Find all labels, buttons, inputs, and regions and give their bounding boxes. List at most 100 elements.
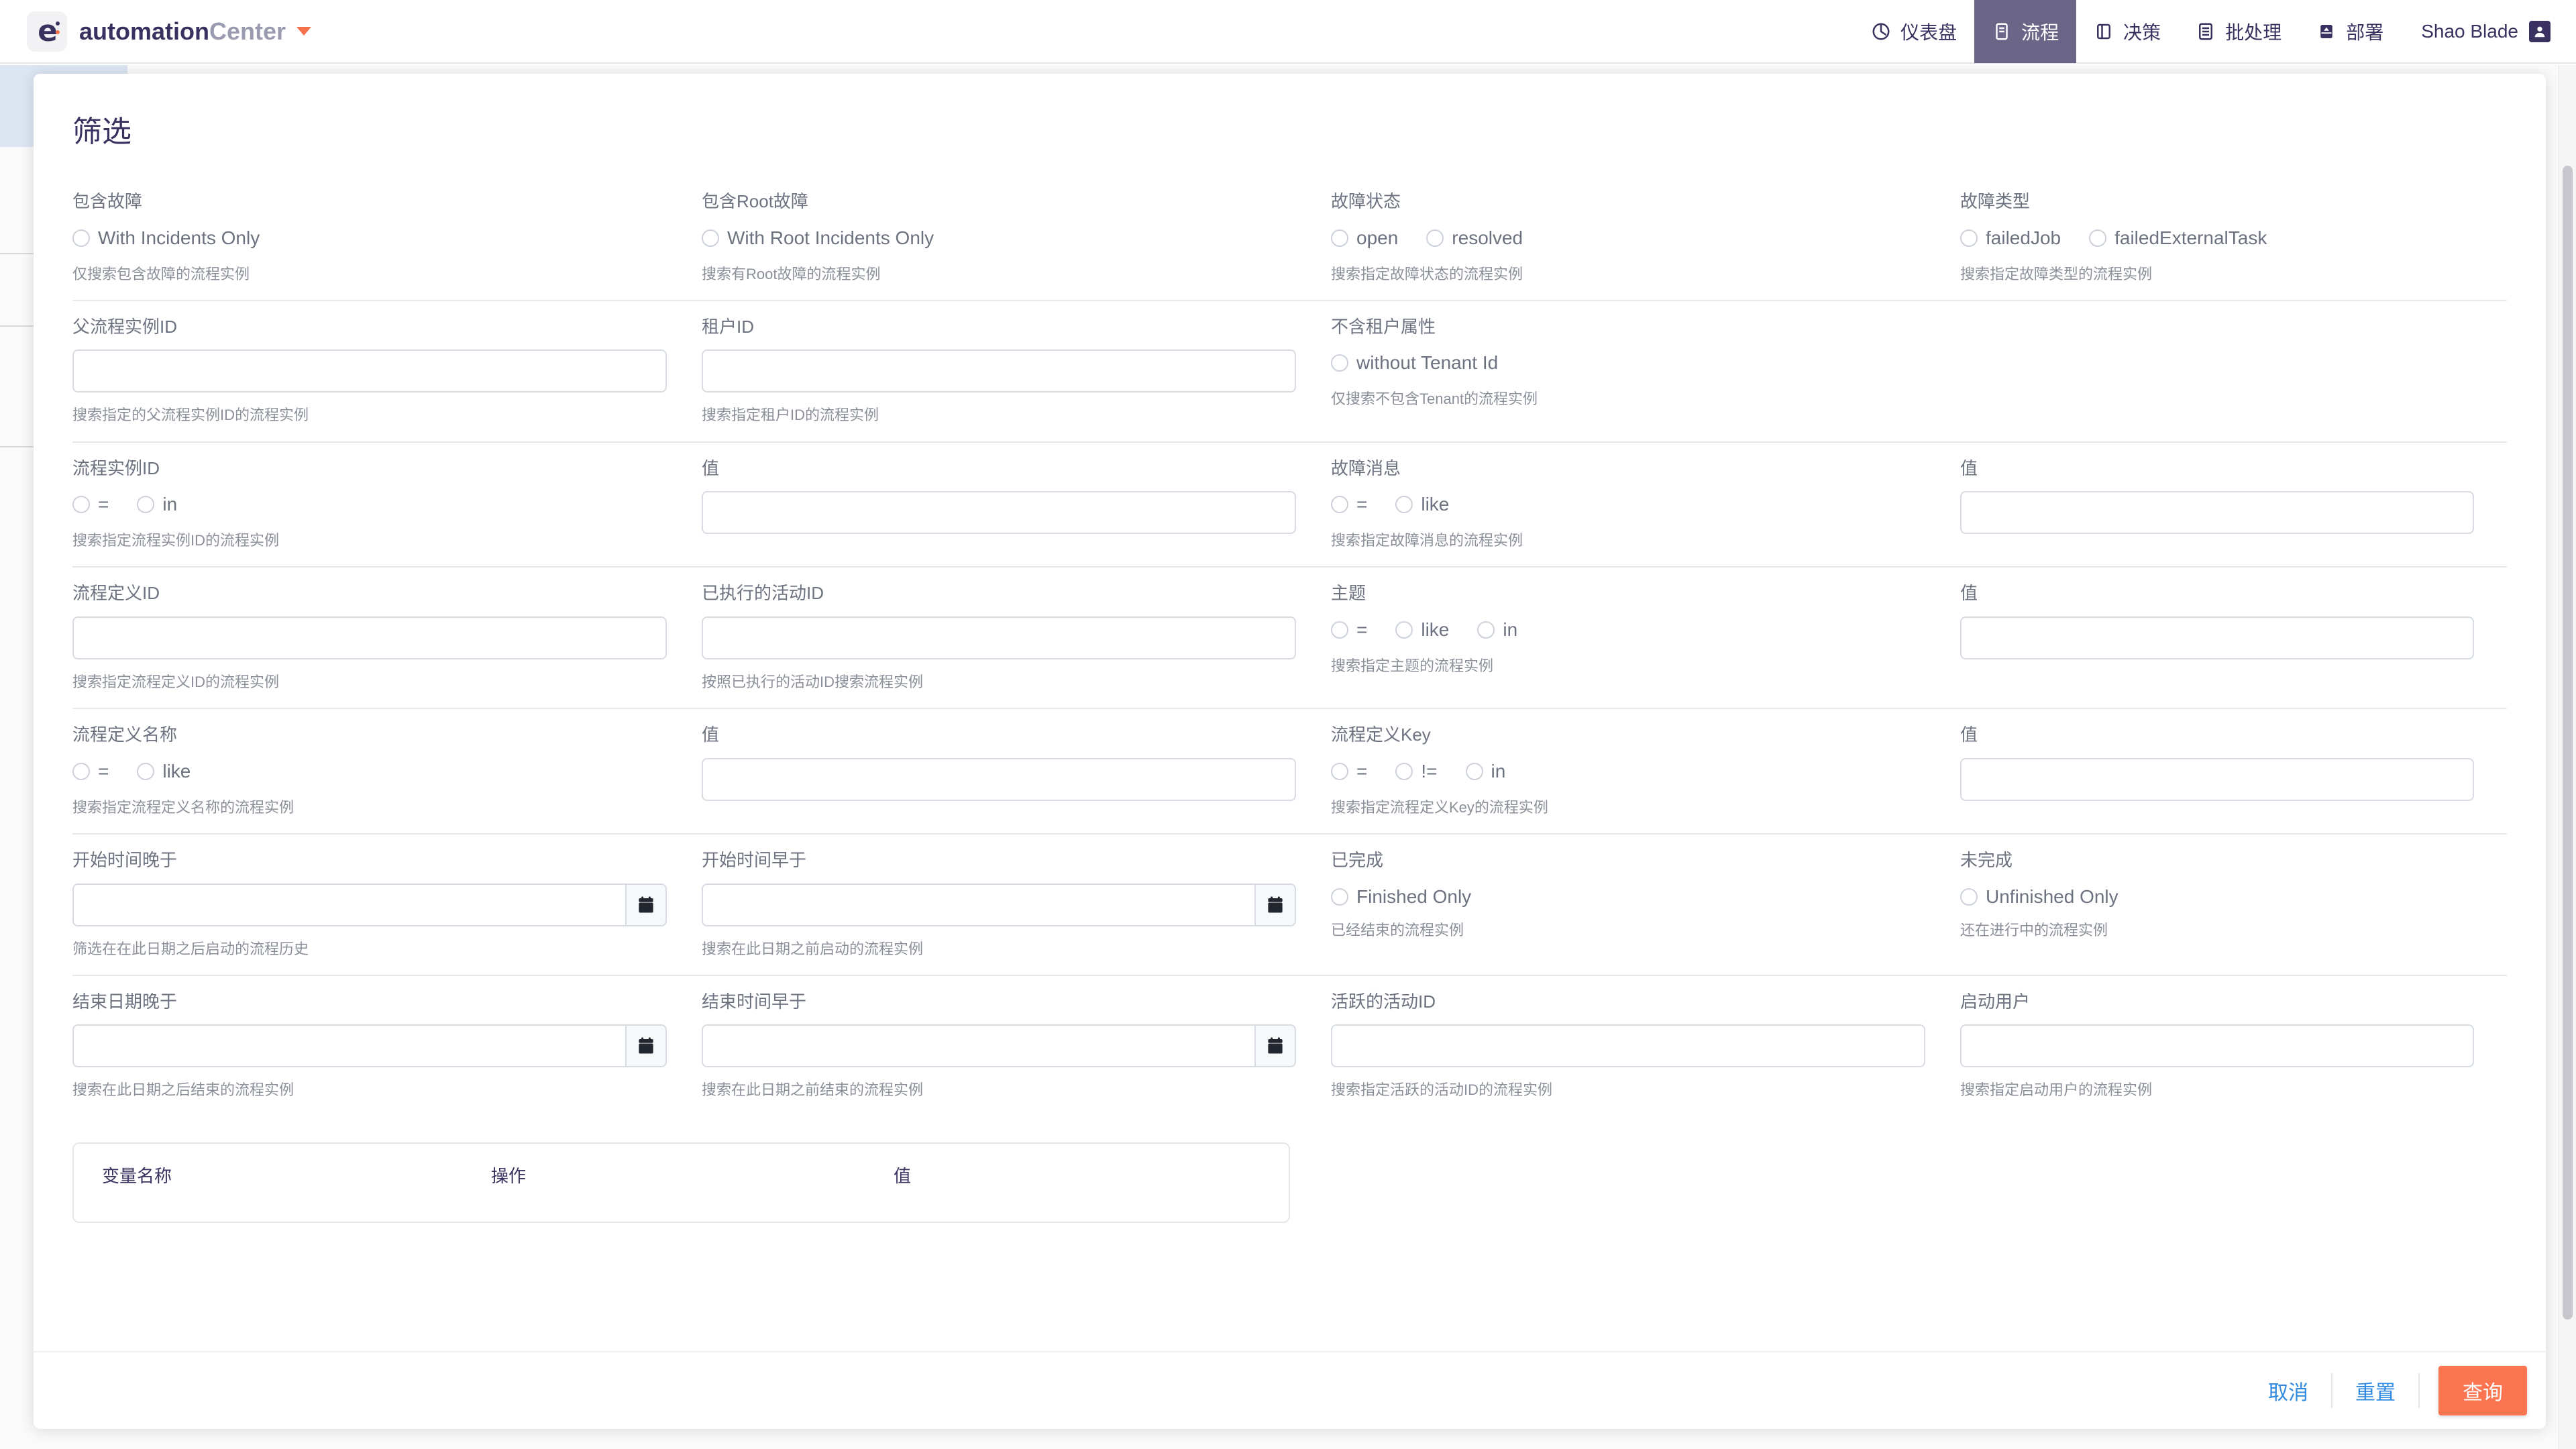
user-avatar-icon	[2529, 20, 2551, 42]
nav-item-process[interactable]: 流程	[1974, 0, 2077, 63]
filter-field-start-user: 启动用户 搜索指定启动用户的流程实例	[1960, 976, 2507, 1116]
start-user-input[interactable]	[1960, 1024, 2474, 1068]
radio-without-tenant-id[interactable]: without Tenant Id	[1331, 352, 1498, 374]
field-hint: 筛选在在此日期之后启动的流程历史	[72, 940, 309, 957]
reset-button[interactable]: 重置	[2332, 1376, 2418, 1405]
radio-subject-like[interactable]: like	[1395, 619, 1449, 641]
filter-row: 开始时间晚于 筛选在在此日期之后启动的流程历史 开始时间早于 搜索在此日期之前启…	[72, 835, 2507, 976]
radio-group: open resolved	[1331, 225, 1960, 252]
filter-row: 父流程实例ID 搜索指定的父流程实例ID的流程实例 租户ID 搜索指定租户ID的…	[72, 301, 2507, 443]
finished-after-date-picker	[72, 1024, 667, 1068]
radio-definition-key-in[interactable]: in	[1465, 761, 1505, 782]
brand-logo[interactable]: e automationCenter	[27, 11, 312, 52]
radio-finished-only[interactable]: Finished Only	[1331, 886, 1471, 908]
radio-group: without Tenant Id	[1331, 350, 1960, 376]
radio-group: With Root Incidents Only	[702, 225, 1331, 252]
field-label: 值	[1960, 458, 1978, 478]
radio-label: =	[98, 494, 109, 515]
field-hint: 搜索指定活跃的活动ID的流程实例	[1331, 1081, 1553, 1099]
radio-label: in	[1503, 619, 1518, 640]
finished-after-calendar-button[interactable]	[625, 1024, 667, 1068]
brand-name-part2: Center	[209, 17, 286, 45]
active-activity-id-input[interactable]	[1331, 1024, 1925, 1068]
nav-item-batch[interactable]: 批处理	[2178, 0, 2299, 63]
finished-before-calendar-button[interactable]	[1254, 1024, 1296, 1068]
calendar-icon	[639, 1037, 653, 1054]
radio-subject-in[interactable]: in	[1477, 619, 1517, 641]
radio-process-instance-id-eq[interactable]: =	[72, 494, 109, 515]
tenant-id-input[interactable]	[702, 350, 1296, 393]
process-definition-key-value-input[interactable]	[1960, 757, 2474, 801]
radio-definition-key-neq[interactable]: !=	[1395, 760, 1438, 782]
process-icon	[1992, 21, 2012, 42]
filter-field-incident-status: 故障状态 open resolved 搜索指定故障状态的流程实例	[1331, 176, 1960, 300]
radio-dot-icon	[1465, 762, 1483, 780]
process-definition-id-input[interactable]	[72, 616, 667, 659]
filter-field-finished: 已完成 Finished Only 已经结束的流程实例	[1331, 835, 1960, 975]
radio-failedjob[interactable]: failedJob	[1960, 227, 2061, 249]
variables-column-name: 变量名称	[102, 1166, 172, 1187]
nav-item-deploy[interactable]: 部署	[2299, 0, 2401, 63]
started-before-calendar-button[interactable]	[1254, 883, 1296, 926]
filter-field-started-after: 开始时间晚于 筛选在在此日期之后启动的流程历史	[72, 835, 702, 975]
nav-item-dashboard[interactable]: 仪表盘	[1854, 0, 1974, 63]
field-hint: 搜索指定的父流程实例ID的流程实例	[72, 407, 309, 424]
radio-label: !=	[1421, 760, 1438, 782]
radio-group: = in	[72, 491, 702, 518]
radio-process-instance-id-in[interactable]: in	[137, 494, 177, 515]
parent-process-instance-id-input[interactable]	[72, 350, 667, 393]
incident-message-value-input[interactable]	[1960, 491, 2474, 535]
radio-resolved[interactable]: resolved	[1426, 227, 1523, 249]
filter-field-incident-type: 故障类型 failedJob failedExternalTask 搜索指定故障…	[1960, 176, 2507, 300]
radio-definition-name-like[interactable]: like	[137, 761, 191, 782]
field-hint: 搜索指定故障类型的流程实例	[1960, 265, 2153, 282]
chevron-down-icon[interactable]	[297, 27, 312, 36]
filter-row: 流程实例ID = in 搜索指定流程实例ID的流程实例 值 故障消息 = lik…	[72, 443, 2507, 568]
field-hint: 搜索指定流程实例ID的流程实例	[72, 532, 280, 549]
page-title: 筛选	[72, 115, 131, 148]
field-hint: 仅搜索不包含Tenant的流程实例	[1331, 390, 1538, 408]
radio-with-incidents-only[interactable]: With Incidents Only	[72, 227, 260, 249]
radio-definition-name-eq[interactable]: =	[72, 761, 109, 782]
nav-item-deploy-label: 部署	[2346, 21, 2384, 43]
subject-value-input[interactable]	[1960, 616, 2474, 659]
process-definition-name-value-input[interactable]	[702, 757, 1296, 801]
radio-dot-icon	[2089, 229, 2107, 247]
radio-incident-message-eq[interactable]: =	[1331, 494, 1367, 515]
started-before-input[interactable]	[702, 883, 1254, 926]
user-menu[interactable]: Shao Blade	[2401, 0, 2576, 63]
scrollbar-thumb[interactable]	[2563, 166, 2573, 1320]
process-instance-id-value-input[interactable]	[702, 491, 1296, 535]
field-label: 值	[702, 724, 720, 745]
query-button[interactable]: 查询	[2438, 1366, 2527, 1415]
executed-activity-id-input[interactable]	[702, 616, 1296, 659]
filter-row: 结束日期晚于 搜索在此日期之后结束的流程实例 结束时间早于 搜索在此日期之前结束…	[72, 976, 2507, 1116]
started-after-calendar-button[interactable]	[625, 883, 667, 926]
started-after-input[interactable]	[72, 883, 625, 926]
vertical-scrollbar[interactable]	[2559, 65, 2576, 1449]
field-hint: 还在进行中的流程实例	[1960, 921, 2108, 938]
variables-table: 变量名称 操作 值	[72, 1142, 1290, 1224]
nav-item-process-label: 流程	[2021, 21, 2059, 43]
radio-open[interactable]: open	[1331, 227, 1398, 249]
radio-unfinished-only[interactable]: Unfinished Only	[1960, 886, 2118, 908]
variables-table-header: 变量名称 操作 值	[74, 1144, 1289, 1187]
radio-dot-icon	[1331, 621, 1348, 639]
field-label: 已完成	[1331, 849, 1384, 870]
radio-group: = like	[72, 758, 702, 785]
finished-after-input[interactable]	[72, 1024, 625, 1068]
field-label: 开始时间晚于	[72, 849, 178, 870]
cancel-button[interactable]: 取消	[2245, 1376, 2331, 1405]
nav-item-decision[interactable]: 决策	[2076, 0, 2178, 63]
radio-dot-icon	[1331, 888, 1348, 906]
radio-with-root-incidents-only[interactable]: With Root Incidents Only	[702, 227, 934, 249]
field-label: 包含故障	[72, 191, 143, 211]
radio-group: With Incidents Only	[72, 225, 702, 252]
radio-definition-key-eq[interactable]: =	[1331, 761, 1367, 782]
radio-group: failedJob failedExternalTask	[1960, 225, 2507, 252]
radio-failedexternaltask[interactable]: failedExternalTask	[2089, 227, 2267, 249]
finished-before-input[interactable]	[702, 1024, 1254, 1068]
field-label: 父流程实例ID	[72, 316, 178, 337]
radio-subject-eq[interactable]: =	[1331, 619, 1367, 641]
radio-incident-message-like[interactable]: like	[1395, 494, 1449, 515]
